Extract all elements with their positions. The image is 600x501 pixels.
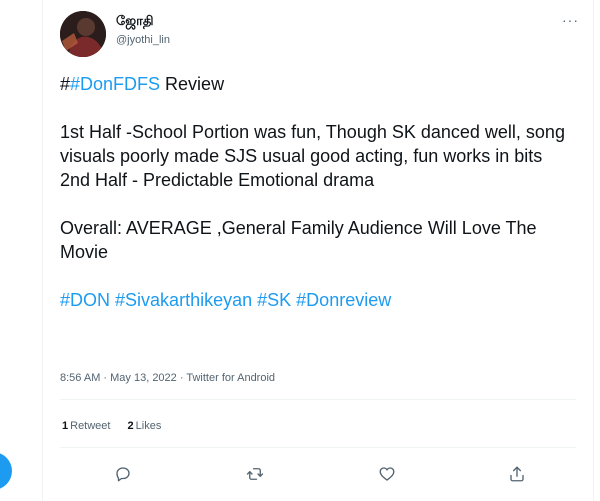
hashtag-donfdfs[interactable]: #DonFDFS [70,74,160,94]
tweet-hashtags: #DON #Sivakarthikeyan #SK #Donreview [60,288,580,312]
compose-tweet-button[interactable] [0,452,12,490]
likes-label: Likes [135,420,162,432]
title-rest: Review [160,74,225,94]
hashtag-sk[interactable]: #SK [257,290,291,310]
user-display-name[interactable]: ஜோதி [116,13,154,30]
avatar[interactable] [60,11,106,57]
share-icon [510,466,524,482]
reply-button[interactable] [107,458,139,490]
tweet-line-second-half: 2nd Half - Predictable Emotional drama [60,170,375,190]
retweets-label: Retweet [70,420,111,432]
hashtag-donreview[interactable]: #Donreview [296,290,391,310]
divider [60,399,576,400]
tweet-timestamp[interactable]: 8:56 AM · May 13, 2022 · [60,372,186,384]
tweet-text: ##DonFDFS Review 1st Half -School Portio… [60,72,580,312]
retweet-button[interactable] [239,458,271,490]
retweets-count: 1 [62,420,69,432]
tweet-title: ##DonFDFS Review [60,72,580,96]
hashtag-don[interactable]: #DON [60,290,110,310]
hash-prefix: # [60,74,71,94]
tweet-line-first-half: 1st Half -School Portion was fun, Though… [60,122,565,166]
hashtag-sivakarthikeyan[interactable]: #Sivakarthikeyan [115,290,252,310]
tweet-stats: 1 Retweet 2 Likes [62,420,175,432]
retweets-stat[interactable]: 1 Retweet [62,420,110,432]
divider [60,447,576,448]
tweet-card: ஜோதி @jyothi_lin ··· ##DonFDFS Review 1s… [42,0,594,501]
tweet-meta: 8:56 AM · May 13, 2022 · Twitter for And… [60,372,275,384]
tweet-line-overall: Overall: AVERAGE ,General Family Audienc… [60,218,537,262]
share-button[interactable] [501,458,533,490]
like-button[interactable] [371,458,403,490]
reply-icon [116,467,130,482]
heart-icon [379,467,395,481]
likes-count: 2 [127,420,134,432]
likes-stat[interactable]: 2 Likes [128,420,162,432]
tweet-actions [43,458,595,490]
left-rail [0,0,42,501]
more-options-icon[interactable]: ··· [562,12,579,28]
tweet-source-app[interactable]: Twitter for Android [186,372,275,384]
user-handle[interactable]: @jyothi_lin [116,34,170,46]
retweet-icon [246,468,264,480]
